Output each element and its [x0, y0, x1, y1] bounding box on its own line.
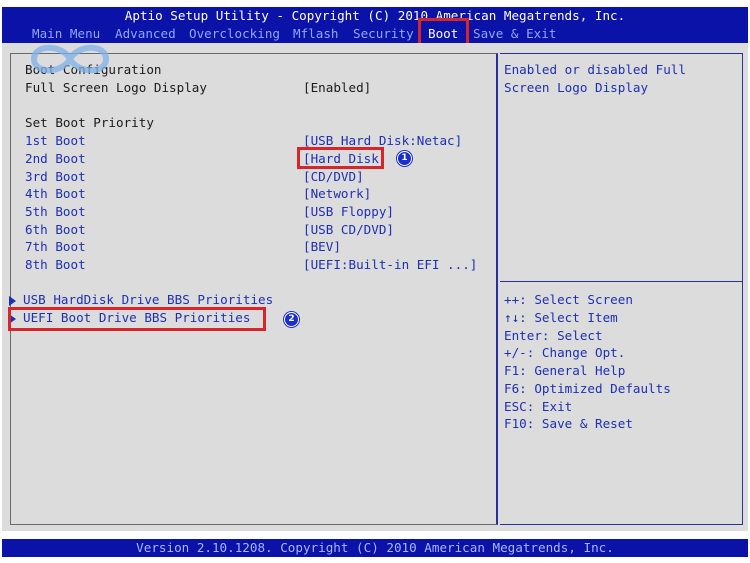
key-hint: ESC: Exit: [504, 399, 573, 414]
title-bar: Aptio Setup Utility - Copyright (C) 2010…: [2, 7, 748, 25]
key-hint: ↑↓: Select Item: [504, 310, 618, 325]
footer-bar: Version 2.10.1208. Copyright (C) 2010 Am…: [2, 539, 748, 557]
step-badge-1: 1: [397, 151, 412, 166]
key-hint: F6: Optimized Defaults: [504, 381, 671, 396]
tab-mflash[interactable]: Mflash: [293, 25, 339, 43]
help-description-line: Enabled or disabled Full: [504, 62, 686, 77]
key-hint: ++: Select Screen: [504, 292, 633, 307]
submenu-arrow-icon: [9, 313, 16, 324]
boot-priority-value[interactable]: [CD/DVD]: [303, 169, 364, 185]
section-set-boot-priority: Set Boot Priority: [25, 115, 154, 130]
boot-priority-value[interactable]: [USB Floppy]: [303, 204, 394, 220]
help-divider: [500, 281, 742, 282]
version-text: Version 2.10.1208. Copyright (C) 2010 Am…: [136, 540, 614, 555]
submenu-label: UEFI Boot Drive BBS Priorities: [23, 310, 251, 325]
help-description-line: Screen Logo Display: [504, 80, 649, 95]
tab-overclocking[interactable]: Overclocking: [189, 25, 280, 43]
boot-priority-value[interactable]: [USB CD/DVD]: [303, 222, 394, 238]
boot-priority-label[interactable]: 7th Boot: [25, 239, 86, 255]
boot-priority-label[interactable]: 4th Boot: [25, 186, 86, 202]
key-hint: Enter: Select: [504, 328, 603, 343]
boot-priority-label[interactable]: 2nd Boot: [25, 151, 86, 167]
key-hint: F10: Save & Reset: [504, 416, 633, 431]
boot-priority-value[interactable]: [BEV]: [303, 239, 341, 255]
tab-advanced[interactable]: Advanced: [115, 25, 176, 43]
menu-bar: Main Menu Advanced Overclocking Mflash S…: [2, 25, 748, 43]
step-badge-2: 2: [284, 312, 299, 327]
boot-priority-label[interactable]: 8th Boot: [25, 257, 86, 273]
boot-priority-value[interactable]: [USB Hard Disk:Netac]: [303, 133, 462, 149]
boot-priority-value[interactable]: [Hard Disk]: [303, 151, 386, 167]
boot-priority-label[interactable]: 6th Boot: [25, 222, 86, 238]
infinity-logo-icon: [30, 44, 110, 74]
submenu-uefi-boot-bbs[interactable]: UEFI Boot Drive BBS Priorities: [9, 310, 250, 326]
boot-priority-label[interactable]: 1st Boot: [25, 133, 86, 149]
boot-priority-label[interactable]: 3rd Boot: [25, 169, 86, 185]
fullscreen-logo-value[interactable]: [Enabled]: [303, 80, 371, 96]
boot-priority-value[interactable]: [UEFI:Built-in EFI ...]: [303, 257, 477, 273]
submenu-label: USB HardDisk Drive BBS Priorities: [23, 292, 274, 307]
tab-boot[interactable]: Boot: [428, 25, 458, 43]
settings-pane: Boot Configuration Full Screen Logo Disp…: [9, 53, 498, 525]
boot-priority-label[interactable]: 5th Boot: [25, 204, 86, 220]
help-pane: Enabled or disabled Full Screen Logo Dis…: [500, 53, 743, 525]
submenu-usb-harddisk-bbs[interactable]: USB HardDisk Drive BBS Priorities: [9, 292, 273, 308]
main-area: Boot Configuration Full Screen Logo Disp…: [2, 43, 748, 531]
tab-security[interactable]: Security: [353, 25, 414, 43]
key-hint: +/-: Change Opt.: [504, 345, 626, 360]
fullscreen-logo-label[interactable]: Full Screen Logo Display: [25, 80, 207, 96]
boot-priority-value[interactable]: [Network]: [303, 186, 371, 202]
tab-save-exit[interactable]: Save & Exit: [473, 25, 556, 43]
app-title: Aptio Setup Utility - Copyright (C) 2010…: [124, 8, 626, 23]
submenu-arrow-icon: [9, 295, 16, 306]
key-hint: F1: General Help: [504, 363, 626, 378]
